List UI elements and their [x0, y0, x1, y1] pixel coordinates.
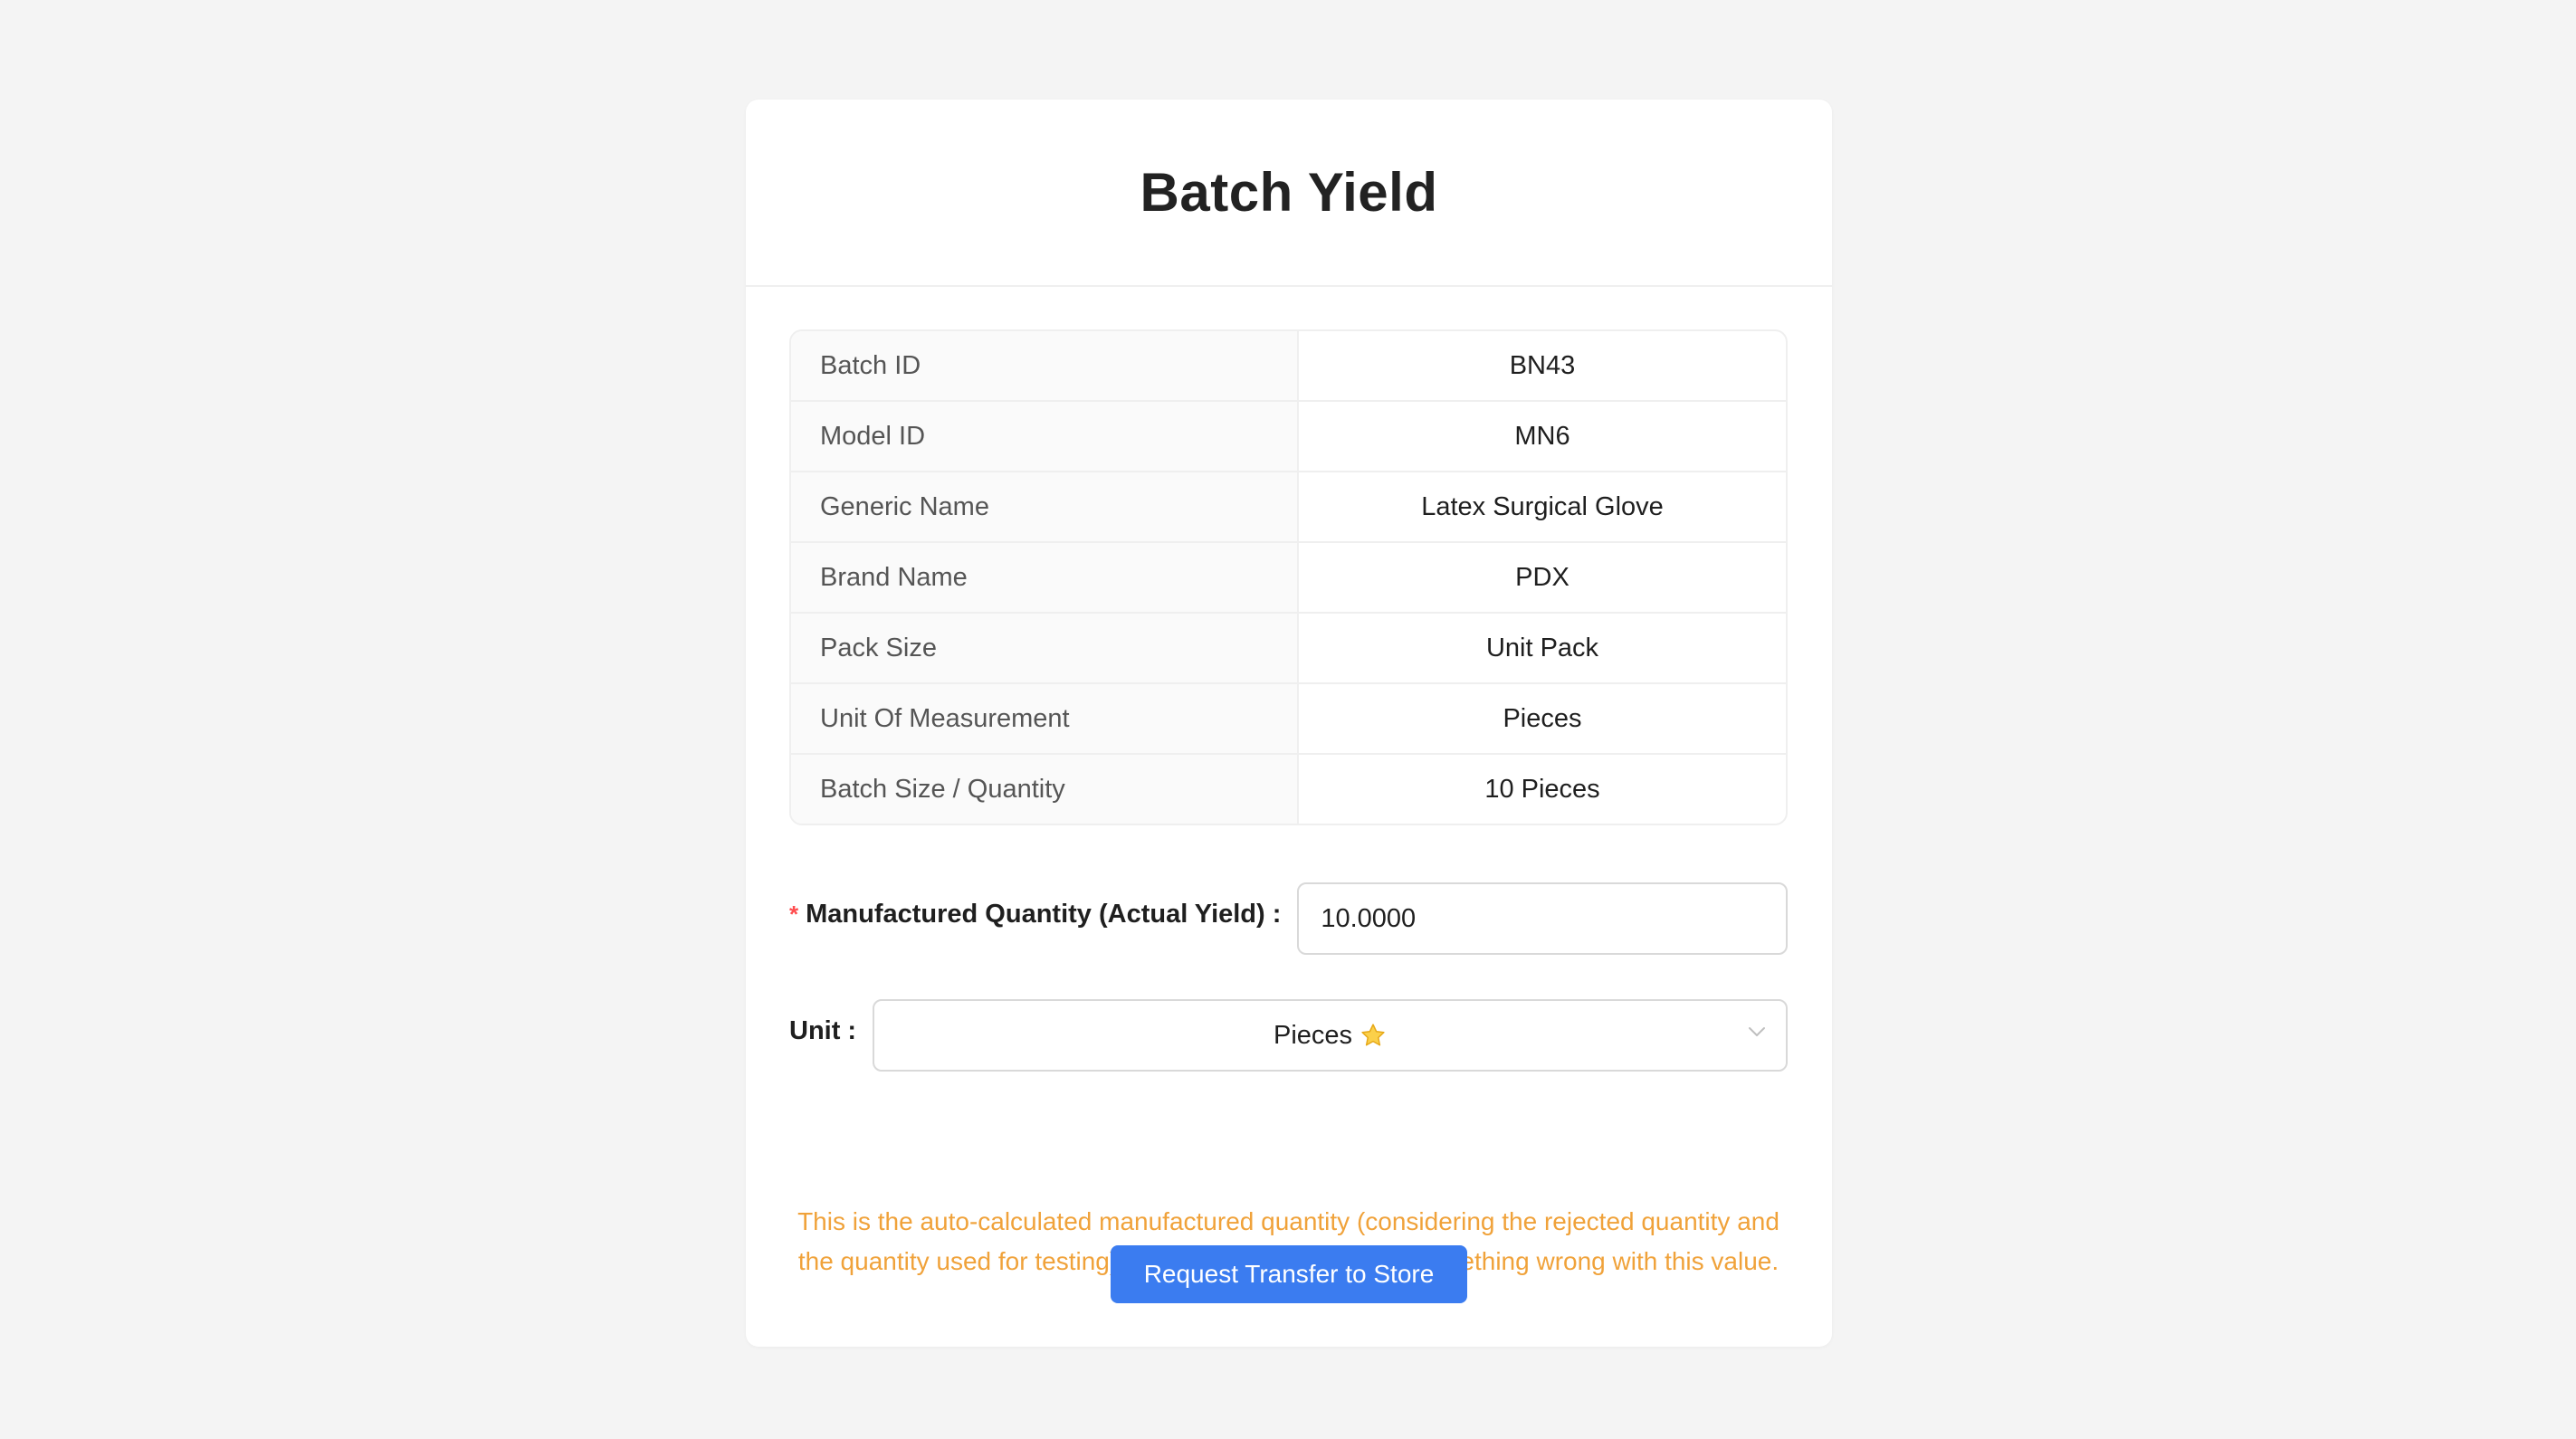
row-label-unit-of-measurement: Unit Of Measurement [791, 684, 1299, 753]
row-label-pack-size: Pack Size [791, 614, 1299, 682]
unit-label-text: Unit [789, 1015, 841, 1045]
manufactured-quantity-label: * Manufactured Quantity (Actual Yield) : [789, 900, 1297, 929]
required-marker: * [789, 900, 799, 928]
star-icon [1361, 1024, 1385, 1046]
row-value-brand-name: PDX [1515, 562, 1569, 592]
row-value-generic-name: Latex Surgical Glove [1421, 491, 1664, 521]
manufactured-quantity-row: * Manufactured Quantity (Actual Yield) : [789, 882, 1788, 955]
row-label-batch-size: Batch Size / Quantity [791, 755, 1299, 824]
chevron-down-icon[interactable] [1746, 1021, 1768, 1043]
row-label-generic-name: Generic Name [791, 472, 1299, 541]
label-colon: : [1272, 899, 1282, 929]
request-transfer-button[interactable]: Request Transfer to Store [1111, 1245, 1467, 1303]
row-value-pack-size: Unit Pack [1485, 633, 1599, 662]
table-row: Batch ID BN43 [791, 331, 1786, 402]
table-row: Generic Name Latex Surgical Glove [791, 472, 1786, 543]
row-value-batch-id: BN43 [1509, 350, 1576, 380]
table-row: Pack Size Unit Pack [791, 614, 1786, 684]
batch-yield-card: Batch Yield Batch ID BN43 Model ID MN6 G… [746, 100, 1832, 1347]
unit-select[interactable]: Pieces [873, 999, 1788, 1072]
page-title: Batch Yield [1140, 162, 1438, 223]
row-label-model-id: Model ID [791, 402, 1299, 471]
unit-row: Unit : Pieces [789, 999, 1788, 1072]
batch-details-table: Batch ID BN43 Model ID MN6 Generic Name … [789, 329, 1788, 825]
unit-select-value: Pieces [1274, 1021, 1387, 1051]
row-value-model-id: MN6 [1514, 421, 1570, 451]
card-header: Batch Yield [746, 100, 1832, 287]
manufactured-quantity-input[interactable] [1297, 882, 1788, 955]
manufactured-quantity-label-text: Manufactured Quantity (Actual Yield) [806, 899, 1265, 929]
unit-selected-text: Pieces [1274, 1020, 1353, 1050]
row-value-batch-size: 10 Pieces [1484, 774, 1600, 804]
table-row: Brand Name PDX [791, 543, 1786, 614]
row-label-brand-name: Brand Name [791, 543, 1299, 612]
table-row: Batch Size / Quantity 10 Pieces [791, 755, 1786, 824]
row-label-batch-id: Batch ID [791, 331, 1299, 400]
row-value-unit-of-measurement: Pieces [1503, 703, 1582, 733]
unit-label: Unit : [789, 1016, 873, 1046]
label-colon: : [847, 1015, 857, 1045]
table-row: Unit Of Measurement Pieces [791, 684, 1786, 755]
table-row: Model ID MN6 [791, 402, 1786, 472]
